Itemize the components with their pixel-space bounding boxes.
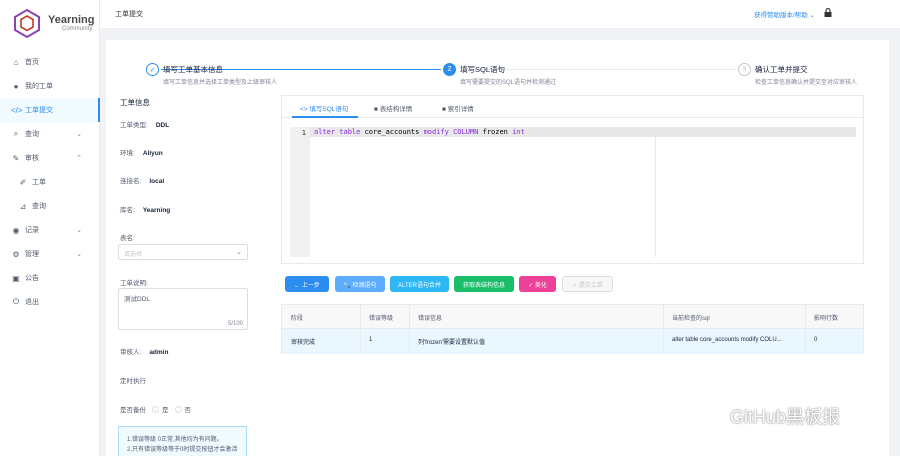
check-result-table: 阶段 错误等级 错误信息 当前检查的sql 影响行数 审核完成 1 列'froz…	[281, 304, 864, 354]
user-icon: ●	[13, 81, 19, 91]
order-card: ✓ 填写工单基本信息 填写工单信息并选择工单类型及上级审核人 2 填写SQL语句…	[106, 40, 889, 456]
step-3-number: 3	[738, 63, 751, 76]
step-1-desc: 填写工单信息并选择工单类型及上级审核人	[163, 80, 278, 86]
backup-field: 是否备份 是 否	[120, 404, 191, 414]
rss-icon: ⊿	[19, 201, 27, 211]
beautify-button[interactable]: ✓ 美化	[519, 276, 556, 292]
sidebar-menu: ⌂ 首页 ● 我的工单 </> 工单提交 ⌕ 查询 ⌄ ✎ 审核 ⌃ ✐ 工单 ⊿ 查询 ◉ 记录 ⌄…	[0, 50, 100, 314]
sidebar-item-audit-orders[interactable]: ✐ 工单	[0, 170, 100, 194]
logout-icon: ⏻	[12, 297, 20, 306]
step-3-title: 确认工单并提交	[755, 65, 808, 74]
chevron-down-icon: ⌄	[236, 249, 242, 256]
step-1-title: 填写工单基本信息	[163, 65, 223, 74]
char-count: 5/100	[227, 321, 243, 327]
chevron-down-icon: ⌄	[76, 227, 82, 234]
alter-merge-button[interactable]: ALTER语句合并	[390, 276, 449, 292]
table-select[interactable]: 请选择 ⌄	[118, 244, 248, 260]
backup-yes-radio[interactable]: 是	[152, 404, 169, 414]
sidebar-item-submit-order[interactable]: </> 工单提交	[0, 98, 100, 122]
sidebar-item-audit-query[interactable]: ⊿ 查询	[0, 194, 100, 218]
step-2-desc: 填写需要提交的SQL语句并检测通过	[460, 80, 557, 86]
sidebar-item-home[interactable]: ⌂ 首页	[0, 50, 100, 74]
wechat-icon	[702, 407, 724, 424]
step-2-title: 填写SQL语句	[460, 65, 506, 74]
tab-index[interactable]: ■ 索引详情	[442, 103, 474, 113]
pen-icon: ✐	[19, 177, 27, 187]
sql-code: alter table core_accounts modify COLUMN …	[314, 128, 525, 136]
record-icon: ◉	[12, 225, 20, 235]
sql-panel: <> 填写SQL语句 ■ 表结构详情 ■ 索引详情 1 alter table …	[281, 95, 864, 264]
page-title: 工单提交	[115, 11, 143, 18]
code-icon: </>	[11, 105, 23, 115]
order-type-field: 工单类型: DDL	[120, 122, 170, 129]
database-field: 库名: Yearning	[120, 207, 171, 214]
home-icon: ⌂	[13, 57, 19, 67]
chevron-up-icon: ⌃	[76, 155, 82, 162]
help-link[interactable]: 获得赞助版本/帮助 ⌄	[754, 9, 815, 19]
sidebar-item-manage[interactable]: ⚙ 管理 ⌄	[0, 242, 100, 266]
chevron-down-icon: ⌄	[76, 251, 82, 258]
app-edition: Community	[62, 26, 93, 32]
connection-field: 连接名: local	[120, 178, 165, 185]
notice-icon: ▣	[12, 273, 20, 283]
tips-box: 1.错误等级 0正常,其他均为有问题。 2.只有错误等级等于0时提交按钮才会激活	[118, 426, 247, 456]
table-row[interactable]: 审核完成 1 列'frozen'需要设置默认值 alter table core…	[282, 329, 863, 354]
prev-step-button[interactable]: ← 上一步	[285, 276, 329, 292]
steps: ✓ 填写工单基本信息 填写工单信息并选择工单类型及上级审核人 2 填写SQL语句…	[106, 62, 889, 92]
backup-no-radio[interactable]: 否	[174, 404, 191, 414]
yearning-logo-icon	[14, 8, 40, 38]
step-3-desc: 检查工单信息确认并提交至对应审核人	[755, 80, 858, 86]
timer-label: 定时执行	[120, 378, 146, 385]
gear-icon: ⚙	[12, 249, 20, 259]
sidebar: Yearning Community ⌂ 首页 ● 我的工单 </> 工单提交 ⌕ 查询…	[0, 0, 100, 456]
auditor-field: 审核人: admin	[120, 349, 169, 356]
submit-order-button[interactable]: ✓ 提交工单	[562, 276, 613, 292]
step-1-check-icon: ✓	[146, 63, 159, 76]
desc-textarea[interactable]: 测试DDL 5/100	[118, 288, 248, 330]
step-2-number: 2	[443, 63, 456, 76]
sidebar-item-notice[interactable]: ▣ 公告	[0, 266, 100, 290]
table-header: 阶段 错误等级 错误信息 当前检查的sql 影响行数	[282, 305, 863, 329]
chevron-down-icon: ⌄	[76, 131, 82, 138]
info-title: 工单信息	[120, 98, 150, 107]
sidebar-item-my-orders[interactable]: ● 我的工单	[0, 74, 100, 98]
logo[interactable]: Yearning Community	[12, 8, 94, 38]
table-label: 表名:	[120, 235, 135, 242]
fetch-schema-button[interactable]: 获取表结构信息	[454, 276, 514, 292]
sidebar-item-records[interactable]: ◉ 记录 ⌄	[0, 218, 100, 242]
tab-sql[interactable]: <> 填写SQL语句	[300, 103, 348, 113]
print-margin	[655, 127, 656, 257]
check-sql-button[interactable]: 🔍 检测语句	[335, 276, 385, 292]
search-icon: ⌕	[13, 129, 19, 138]
lock-icon[interactable]	[824, 8, 832, 17]
sidebar-item-audit[interactable]: ✎ 审核 ⌃	[0, 146, 100, 170]
tab-active-indicator	[292, 116, 358, 118]
sql-editor[interactable]: 1 alter table core_accounts modify COLUM…	[290, 127, 856, 257]
sidebar-item-query[interactable]: ⌕ 查询 ⌄	[0, 122, 100, 146]
editor-gutter: 1	[290, 127, 310, 257]
desc-label: 工单说明:	[120, 280, 148, 287]
env-field: 环境: Aliyun	[120, 150, 163, 157]
sidebar-item-logout[interactable]: ⏻ 退出	[0, 290, 100, 314]
tab-bar: <> 填写SQL语句 ■ 表结构详情 ■ 索引详情	[282, 96, 863, 118]
watermark: GitHub黑板报	[702, 403, 840, 429]
app-name: Yearning	[48, 14, 95, 26]
top-header: 工单提交 获得赞助版本/帮助 ⌄	[100, 0, 900, 28]
edit-icon: ✎	[12, 153, 20, 163]
tab-table-structure[interactable]: ■ 表结构详情	[374, 103, 412, 113]
